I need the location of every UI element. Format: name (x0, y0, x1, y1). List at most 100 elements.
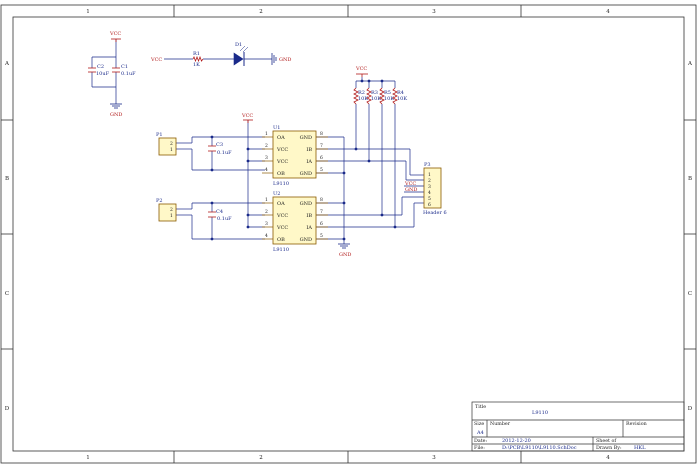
row-label-a-right: A (687, 61, 693, 67)
u2-num-4: 4 (265, 233, 268, 239)
p2-ref: P2 (156, 198, 163, 204)
u1-num-8: 8 (320, 131, 323, 137)
tb-file-label: File: (474, 445, 485, 451)
row-label-c-right: C (688, 291, 692, 297)
gnd-symbol-drivers (338, 243, 350, 249)
row-label-a: A (4, 61, 10, 67)
u1-pin-ib: IB (306, 147, 312, 153)
u1-pin-gnd-1: GND (300, 135, 312, 141)
u2-pin-oa: OA (277, 201, 285, 207)
col-label-2: 2 (259, 9, 263, 15)
p3-pin5: 5 (428, 196, 431, 202)
d1-ref: D1 (235, 42, 242, 48)
u1-num-7: 7 (320, 143, 323, 149)
tb-date-label: Date: (474, 438, 487, 444)
c3-value: 0.1uF (217, 150, 232, 156)
cap-c1 (112, 67, 120, 73)
gnd-label-caps: GND (110, 112, 122, 118)
cap-c2 (88, 67, 96, 73)
p1-pin1: 1 (170, 147, 173, 153)
u1-num-3: 3 (265, 155, 268, 161)
gnd-symbol-caps (110, 103, 122, 109)
r2-value: 10K (358, 96, 368, 102)
vcc-symbol-bus (243, 119, 253, 123)
u2-num-8: 8 (320, 197, 323, 203)
p3-ref: P3 (424, 162, 431, 168)
led-indicator: VCC R1 1K D1 GND (150, 42, 291, 68)
header-p3: P3 1 2 3 4 5 6 VCC GND Header 6 (404, 162, 447, 216)
c2-value: 10uF (96, 71, 110, 77)
u2-num-3: 3 (265, 221, 268, 227)
u1-ref: U1 (273, 125, 280, 131)
c4-ref: C4 (216, 209, 223, 215)
p3-pin2: 2 (428, 178, 431, 184)
cap-c4 (208, 211, 216, 218)
col-label-4: 4 (606, 9, 610, 15)
row-label-d-right: D (688, 406, 693, 412)
tb-revision-label: Revision (626, 421, 647, 427)
r5-value: 10K (384, 96, 394, 102)
tb-size-value: A4 (476, 430, 484, 436)
row-label-b: B (5, 176, 9, 182)
col-label-1: 1 (86, 9, 90, 15)
u1-pin-oa: OA (277, 135, 285, 141)
u1-pin-vcc-2: VCC (276, 159, 288, 165)
p2-pin1: 1 (170, 213, 173, 219)
u2-ref: U2 (273, 191, 280, 197)
u1-num-4: 4 (265, 167, 268, 173)
tb-title-value: L9110 (532, 410, 548, 416)
u2-num-6: 6 (320, 221, 323, 227)
r3-value: 10K (371, 96, 381, 102)
resistor-r1 (192, 55, 204, 63)
c2-ref: C2 (97, 64, 104, 70)
p3-name: Header 6 (423, 210, 447, 216)
p2-pin2: 2 (170, 207, 173, 213)
vcc-label-caps: VCC (109, 31, 121, 37)
vcc-symbol-caps (111, 38, 121, 42)
u1-pin-ia: IA (306, 159, 312, 165)
u2-pin-ib: IB (306, 213, 312, 219)
c4-value: 0.1uF (217, 216, 232, 222)
gnd-symbol-led (271, 53, 277, 65)
pullup-resistors: VCC R2 10K R3 10K R5 10K R4 10K (353, 66, 407, 227)
p1-ref: P1 (156, 132, 163, 138)
p3-pin3: 3 (428, 184, 431, 190)
tb-file-value: D:\PCB\L9110\L9110.SchDoc (502, 445, 577, 451)
p3-pin6: 6 (428, 202, 431, 208)
led-d1 (233, 45, 249, 66)
tb-date-value: 2012-12-20 (502, 438, 531, 444)
r4-value: 10K (397, 96, 407, 102)
tb-title-label: Title (475, 404, 486, 410)
p3-gnd-label: GND (405, 187, 417, 193)
u2-pin-ia: IA (306, 225, 312, 231)
decoupling-caps: VCC C2 10uF C1 0.1uF GND (88, 31, 136, 118)
tb-drawn-value: HKL (634, 445, 646, 451)
col-label-4-bottom: 4 (606, 455, 610, 461)
schematic-sheet: 1 2 3 4 1 2 3 4 A B C D A B C D VCC C2 1… (0, 4, 697, 464)
c3-ref: C3 (216, 142, 223, 148)
u1-part: L9110 (273, 181, 289, 187)
row-label-b-right: B (688, 176, 692, 182)
u2-num-2: 2 (265, 209, 268, 215)
tb-number-label: Number (490, 421, 511, 427)
u1-num-2: 2 (265, 143, 268, 149)
u2-pin-vcc-1: VCC (276, 213, 288, 219)
connector-p2: P2 2 1 (156, 198, 177, 222)
u1-pin-vcc-1: VCC (276, 147, 288, 153)
tb-drawn-label: Drawn By: (596, 445, 622, 451)
vcc-label-pullups: VCC (355, 66, 367, 72)
u1-num-1: 1 (265, 131, 268, 137)
cap-c3 (208, 145, 216, 152)
u1-pin-gnd-2: GND (300, 171, 312, 177)
ic-u2: U2 L9110 OA VCC VCC OB GND IB IA GND 1 2… (262, 191, 328, 253)
u2-num-7: 7 (320, 209, 323, 215)
col-label-1-bottom: 1 (86, 455, 90, 461)
u1-num-5: 5 (320, 167, 323, 173)
tb-sheet-label: Sheet of (596, 438, 617, 444)
u2-pin-gnd-2: GND (300, 237, 312, 243)
u2-pin-ob: OB (277, 237, 285, 243)
u1-num-6: 6 (320, 155, 323, 161)
u2-part: L9110 (273, 247, 289, 253)
row-label-d: D (5, 406, 10, 412)
col-label-2-bottom: 2 (259, 455, 263, 461)
